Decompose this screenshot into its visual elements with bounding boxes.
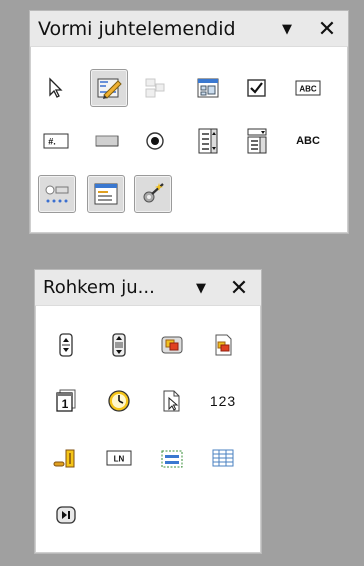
wizards-icon — [143, 183, 164, 203]
option-button-button[interactable] — [138, 124, 172, 158]
text-box-button[interactable]: ABC — [291, 71, 325, 105]
group-box-button[interactable] — [155, 441, 189, 475]
check-box-button[interactable] — [240, 71, 274, 105]
currency-field-icon — [53, 449, 75, 468]
toolbar-close-button[interactable]: ✕ — [226, 274, 252, 302]
spin-button-button[interactable] — [49, 328, 83, 362]
pattern-field-button[interactable]: LN — [102, 441, 136, 475]
table-control-button[interactable] — [206, 441, 240, 475]
file-selection-button[interactable] — [155, 384, 189, 418]
design-mode-icon — [97, 78, 122, 99]
navigation-bar-icon — [56, 506, 76, 524]
pattern-field-icon: LN — [106, 450, 132, 466]
list-box-button[interactable] — [191, 124, 225, 158]
design-mode-button[interactable] — [90, 69, 128, 107]
toolbar-titlebar[interactable]: Rohkem ju... ▼ ✕ — [35, 270, 261, 306]
form-design-icon — [94, 183, 118, 205]
more-controls-icon — [45, 185, 69, 203]
option-button-icon — [146, 132, 164, 150]
numerical-field-button[interactable]: 123 — [206, 384, 240, 418]
time-field-icon — [108, 390, 130, 412]
svg-text:1: 1 — [62, 397, 69, 411]
more-controls-toolbar: Rohkem ju... ▼ ✕ 1 123 LN — [34, 269, 262, 554]
toolbar-title: Rohkem ju... — [43, 277, 155, 298]
toolbar-close-button[interactable]: ✕ — [314, 15, 340, 43]
scrollbar-icon — [112, 333, 126, 357]
label-field-button[interactable]: ABC — [291, 124, 325, 158]
label-field-icon: ABC — [296, 135, 320, 147]
time-field-button[interactable] — [102, 384, 136, 418]
select-tool-button[interactable] — [39, 71, 73, 105]
form-properties-button[interactable] — [191, 71, 225, 105]
scrollbar-button[interactable] — [102, 328, 136, 362]
date-field-icon: 1 — [56, 389, 76, 412]
select-arrow-icon — [49, 77, 63, 98]
push-button-icon — [95, 135, 119, 147]
formatted-field-button[interactable]: #. — [39, 124, 73, 158]
navigation-bar-button[interactable] — [49, 498, 83, 532]
currency-field-button[interactable] — [49, 441, 83, 475]
svg-text:LN: LN — [114, 455, 125, 464]
image-control-button[interactable] — [206, 328, 240, 362]
text-box-icon: ABC — [295, 80, 321, 96]
toolbar-menu-button[interactable]: ▼ — [274, 15, 300, 43]
svg-text:ABC: ABC — [299, 85, 317, 94]
svg-text:#.: #. — [48, 137, 56, 147]
combo-box-icon — [247, 128, 267, 154]
toolbar-title: Vormi juhtelemendid — [38, 17, 236, 40]
push-button-button[interactable] — [90, 124, 124, 158]
wizards-button[interactable] — [134, 175, 172, 213]
list-box-icon — [198, 128, 218, 154]
image-control-icon — [215, 334, 232, 356]
formatted-field-icon: #. — [43, 133, 69, 149]
more-controls-button[interactable] — [38, 175, 76, 213]
toolbar-menu-button[interactable]: ▼ — [188, 274, 214, 302]
file-selection-icon — [163, 390, 180, 412]
numerical-field-icon: 123 — [209, 393, 237, 409]
image-button-icon — [161, 336, 183, 354]
combo-box-button[interactable] — [240, 124, 274, 158]
check-box-icon — [247, 79, 266, 97]
form-controls-toolbar: Vormi juhtelemendid ▼ ✕ ABC #. ABC — [29, 10, 349, 234]
image-button-button[interactable] — [155, 328, 189, 362]
form-properties-icon — [197, 78, 219, 98]
spin-button-icon — [59, 333, 73, 357]
control-properties-button[interactable] — [138, 71, 172, 105]
date-field-button[interactable]: 1 — [49, 384, 83, 418]
group-box-icon — [161, 450, 183, 468]
toolbar-titlebar[interactable]: Vormi juhtelemendid ▼ ✕ — [30, 11, 348, 47]
form-design-button[interactable] — [87, 175, 125, 213]
table-control-icon — [212, 449, 234, 467]
control-properties-icon — [145, 78, 165, 98]
